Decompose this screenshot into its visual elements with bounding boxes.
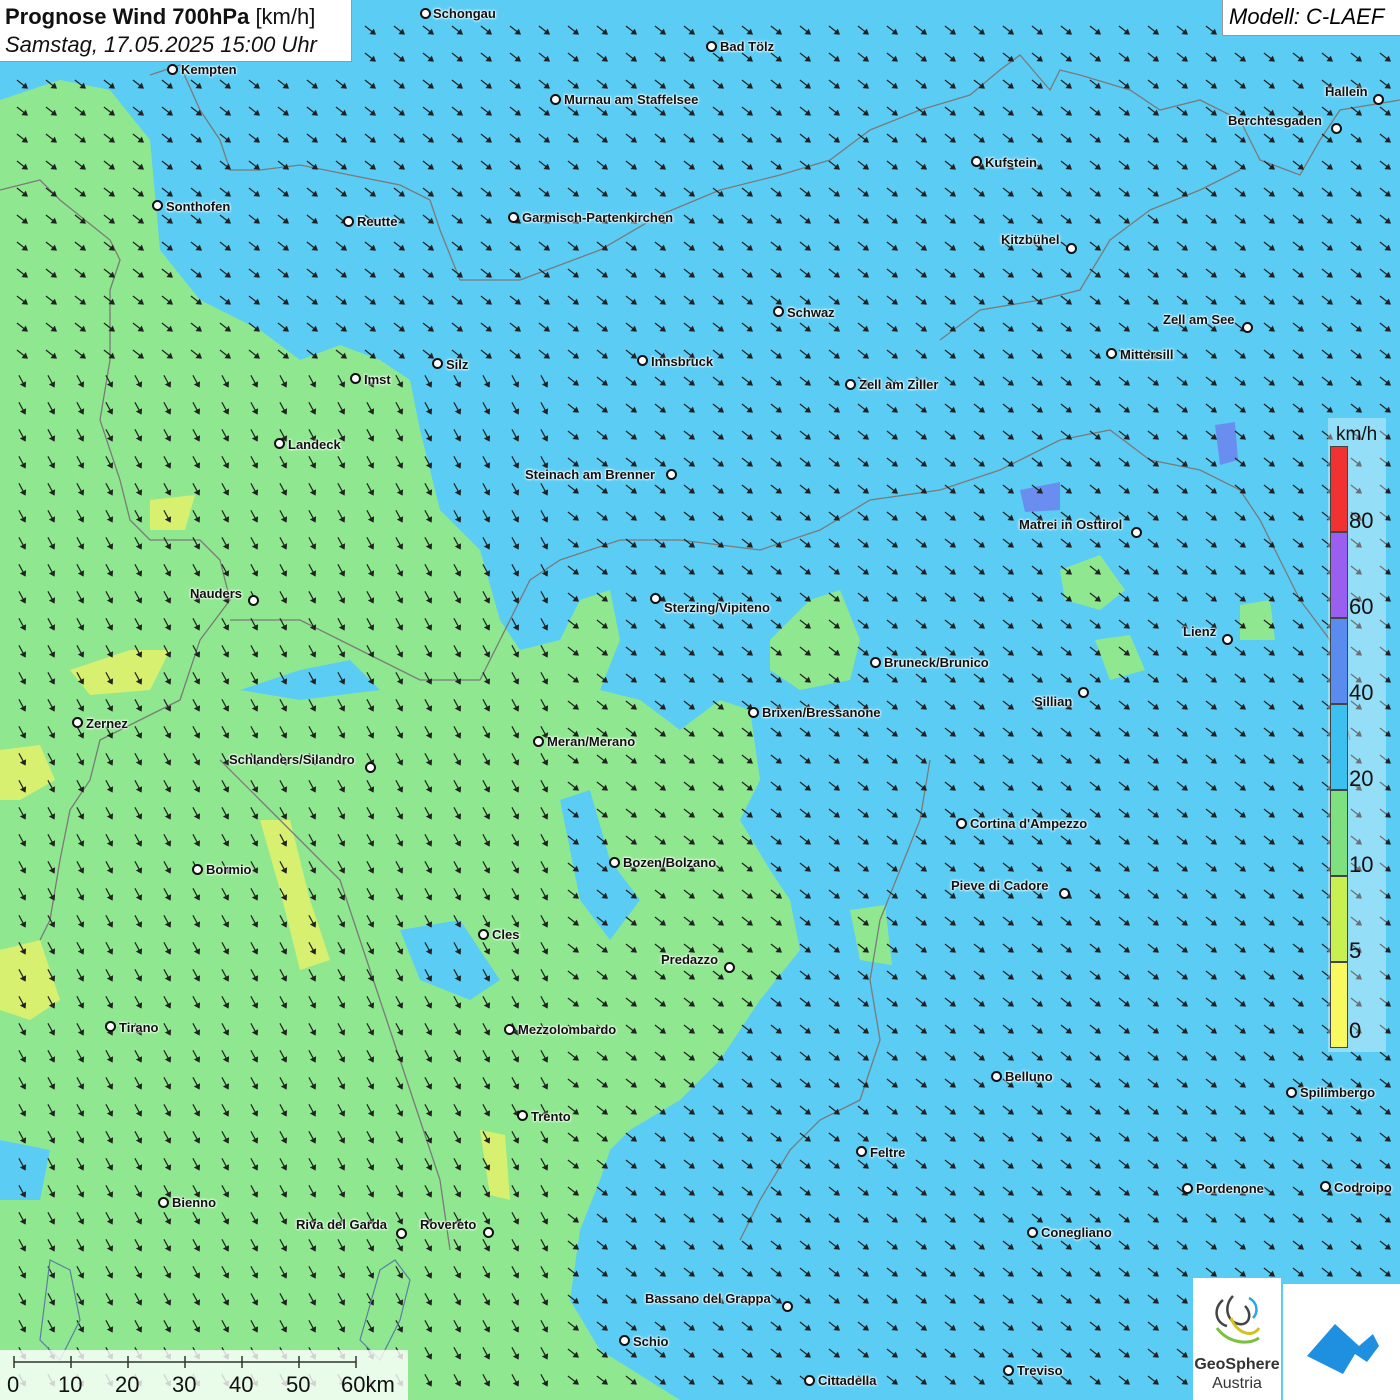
partner-logo xyxy=(1283,1284,1400,1400)
title-box: Prognose Wind 700hPa [km/h] Samstag, 17.… xyxy=(0,0,352,62)
legend-color-segment xyxy=(1330,790,1348,876)
city-marker-icon xyxy=(1131,527,1142,538)
city-marker-icon xyxy=(773,306,784,317)
city-marker-icon xyxy=(1373,94,1384,105)
city-marker-icon xyxy=(1106,348,1117,359)
city-label: Garmisch-Partenkirchen xyxy=(522,210,674,225)
city-marker-icon xyxy=(167,64,178,75)
city-marker-icon xyxy=(432,358,443,369)
city-label: Kempten xyxy=(181,62,237,77)
model-label: Modell: C-LAEF xyxy=(1222,0,1400,36)
scale-label-20: 20 xyxy=(115,1372,140,1397)
legend-color-segment xyxy=(1330,446,1348,532)
geosphere-country: Austria xyxy=(1212,1375,1262,1392)
city-label: Kufstein xyxy=(985,155,1037,170)
legend-color-segment xyxy=(1330,704,1348,790)
city-label: Mittersill xyxy=(1120,347,1174,362)
scale-label-10: 10 xyxy=(58,1372,83,1397)
city-marker-icon xyxy=(152,200,163,211)
geosphere-name: GeoSphere xyxy=(1194,1356,1280,1373)
legend-tick-label: 10 xyxy=(1349,852,1374,877)
legend-tick-label: 0 xyxy=(1349,1018,1362,1043)
city-marker-icon xyxy=(845,379,856,390)
city-marker-icon xyxy=(706,41,717,52)
city-marker-icon xyxy=(1242,322,1253,333)
city-marker-icon xyxy=(274,438,285,449)
city-label: Bad Tölz xyxy=(720,39,775,54)
city-marker-icon xyxy=(971,156,982,167)
city-marker-icon xyxy=(508,212,519,223)
city-label: Kitzbühel xyxy=(1001,232,1060,247)
city-marker-icon xyxy=(637,355,648,366)
city-label: Murnau am Staffelsee xyxy=(564,92,699,107)
city-label: Imst xyxy=(364,372,391,387)
city-label: Berchtesgaden xyxy=(1228,113,1322,128)
city-marker-icon xyxy=(350,373,361,384)
scale-label-60km: 60km xyxy=(341,1372,395,1397)
city-label: Schongau xyxy=(433,6,496,21)
title-text: Prognose Wind 700hPa xyxy=(5,4,250,29)
city-marker-icon xyxy=(420,8,431,19)
legend-tick-label: 60 xyxy=(1349,594,1374,619)
geosphere-logo: GeoSphere Austria xyxy=(1193,1278,1281,1400)
city-marker-icon xyxy=(550,94,561,105)
scale-label-30: 30 xyxy=(172,1372,197,1397)
legend-tick-label: 40 xyxy=(1349,680,1374,705)
city-label: Zell am Ziller xyxy=(859,377,939,392)
legend-tick-label: 80 xyxy=(1349,508,1374,533)
city-label: Silz xyxy=(446,357,469,372)
forecast-datetime: Samstag, 17.05.2025 15:00 Uhr xyxy=(5,32,317,57)
scale-label-40: 40 xyxy=(229,1372,254,1397)
city-label: Innsbruck xyxy=(651,354,714,369)
city-label: Schwaz xyxy=(787,305,835,320)
legend-tick-label: 5 xyxy=(1349,938,1362,963)
city-label: Steinach am Brenner xyxy=(525,467,656,482)
city-label: Hallein xyxy=(1325,84,1368,99)
legend-color-segment xyxy=(1330,876,1348,962)
mountain-cloud-icon xyxy=(1307,1324,1379,1374)
city-marker-icon xyxy=(248,595,259,606)
legend-color-segment xyxy=(1330,618,1348,704)
legend-unit: km/h xyxy=(1336,424,1378,445)
legend-color-segment xyxy=(1330,532,1348,618)
geosphere-mark-icon xyxy=(1215,1295,1261,1344)
legend-tick-label: 20 xyxy=(1349,766,1374,791)
scale-label-0: 0 xyxy=(7,1372,20,1397)
city-marker-icon xyxy=(1066,243,1077,254)
scale-label-50: 50 xyxy=(286,1372,311,1397)
title: Prognose Wind 700hPa [km/h] xyxy=(5,2,346,31)
city-label: Landeck xyxy=(288,437,341,452)
city-marker-icon xyxy=(343,216,354,227)
city-label: Matrei in Osttirol xyxy=(1019,517,1123,532)
zone-10-20-east-4 xyxy=(1240,600,1275,640)
title-unit: [km/h] xyxy=(255,4,316,29)
city-marker-icon xyxy=(1331,123,1342,134)
city-marker-icon xyxy=(666,469,677,480)
city-label: Reutte xyxy=(357,214,398,229)
city-label: Zell am See xyxy=(1163,312,1235,327)
city-label: Sonthofen xyxy=(166,199,231,214)
legend-color-segment xyxy=(1330,962,1348,1048)
